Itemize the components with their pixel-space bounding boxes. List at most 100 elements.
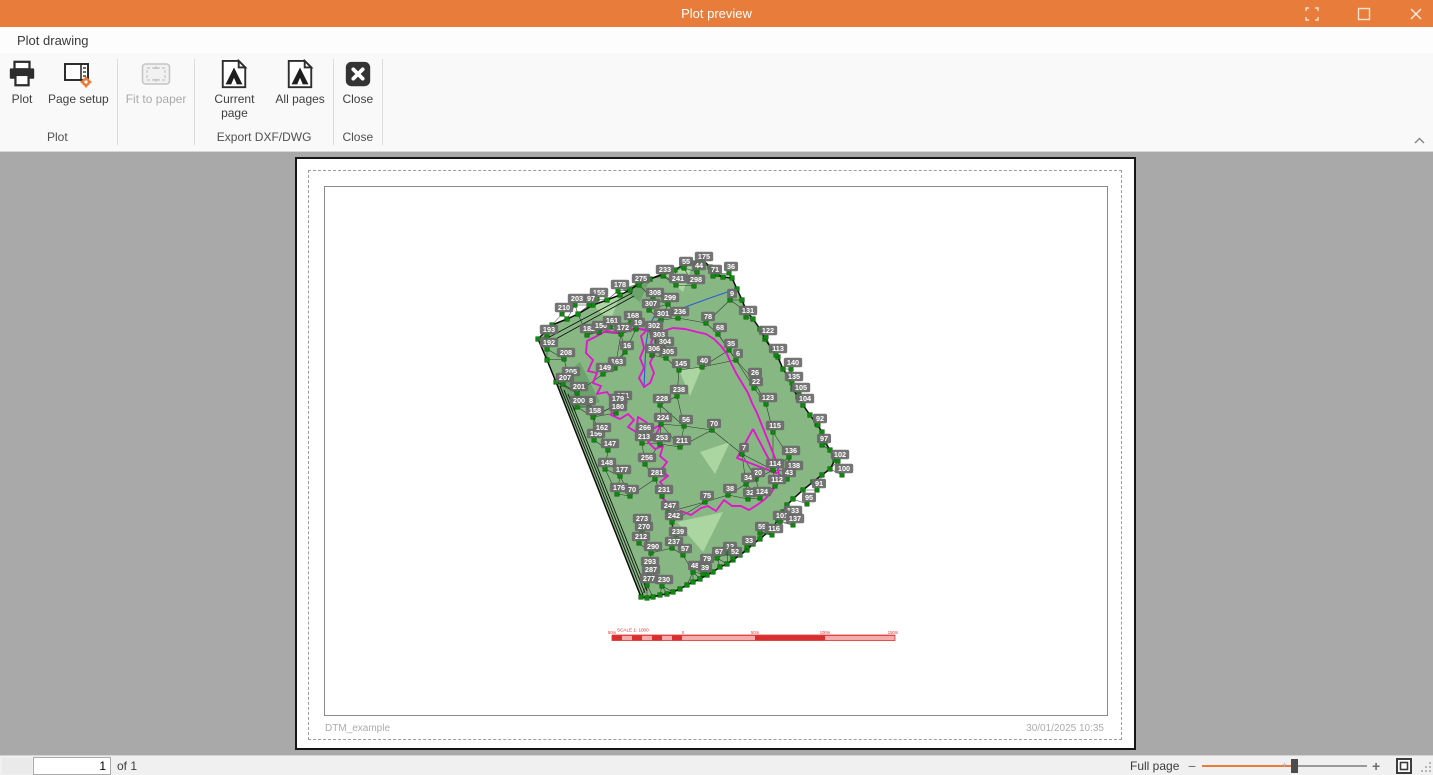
fit-to-paper-button: Fit to paper: [122, 55, 191, 107]
svg-text:211: 211: [676, 436, 688, 445]
fullscreen-icon: [1304, 6, 1320, 22]
svg-text:34: 34: [744, 473, 753, 482]
svg-text:52: 52: [731, 547, 739, 556]
resize-grip[interactable]: [1420, 760, 1432, 772]
svg-text:192: 192: [543, 338, 555, 347]
svg-text:48: 48: [691, 561, 699, 570]
group-label-export: Export DXF/DWG: [199, 128, 328, 149]
svg-text:213: 213: [638, 432, 650, 441]
svg-text:305: 305: [662, 347, 674, 356]
svg-text:301: 301: [657, 309, 669, 318]
close-box-icon: [342, 58, 374, 90]
dxf-page-icon: [218, 58, 250, 90]
svg-text:231: 231: [658, 485, 670, 494]
chevron-up-icon: [1414, 137, 1425, 144]
svg-text:50m: 50m: [608, 630, 617, 635]
zoom-slider[interactable]: +: [1202, 765, 1367, 767]
export-all-pages-label: All pages: [275, 93, 324, 107]
svg-text:230: 230: [658, 575, 670, 584]
fit-to-paper-button-label: Fit to paper: [126, 93, 187, 107]
svg-text:137: 137: [789, 514, 801, 523]
plot-button[interactable]: Plot: [2, 55, 42, 107]
svg-text:102: 102: [834, 450, 846, 459]
group-label-fit: [122, 128, 191, 149]
export-current-page-button[interactable]: Current page: [199, 55, 269, 121]
svg-text:16: 16: [623, 341, 631, 350]
svg-text:149: 149: [599, 363, 611, 372]
export-all-pages-button[interactable]: All pages: [271, 55, 328, 107]
plot-preview-window: Plot preview Plot drawi: [0, 0, 1433, 775]
plot-button-label: Plot: [12, 93, 33, 107]
svg-text:131: 131: [742, 306, 754, 315]
svg-text:178: 178: [614, 280, 626, 289]
svg-text:78: 78: [704, 312, 712, 321]
svg-text:8: 8: [589, 396, 593, 405]
fit-page-button[interactable]: [1396, 758, 1412, 774]
zoom-out-button[interactable]: −: [1188, 758, 1196, 774]
zoom-slider-thumb[interactable]: [1291, 759, 1298, 773]
svg-text:122: 122: [762, 326, 774, 335]
ribbon-separator: [117, 59, 118, 145]
svg-text:67: 67: [715, 547, 723, 556]
svg-text:57: 57: [681, 544, 689, 553]
svg-text:56: 56: [682, 415, 690, 424]
svg-text:140: 140: [787, 358, 799, 367]
collapse-ribbon-button[interactable]: [1409, 132, 1429, 148]
dxf-page-icon: [284, 58, 316, 90]
svg-text:SCALE 1: 1000: SCALE 1: 1000: [617, 628, 649, 633]
svg-text:20: 20: [754, 468, 762, 477]
svg-text:290: 290: [647, 542, 659, 551]
close-window-button[interactable]: [1405, 3, 1427, 25]
zoom-slider-tick: +: [1282, 762, 1289, 769]
svg-text:233: 233: [659, 265, 671, 274]
svg-text:256: 256: [641, 453, 653, 462]
page: 1755544713623324129827517830829930715520…: [295, 157, 1136, 750]
svg-text:145: 145: [675, 359, 687, 368]
page-setup-button[interactable]: Page setup: [44, 55, 113, 107]
svg-text:135: 135: [788, 372, 800, 381]
svg-text:180: 180: [612, 402, 624, 411]
svg-text:238: 238: [673, 385, 685, 394]
fullscreen-button[interactable]: [1301, 3, 1323, 25]
svg-text:136: 136: [785, 446, 797, 455]
window-controls: [1301, 0, 1427, 27]
svg-text:113: 113: [772, 344, 784, 353]
svg-text:79: 79: [703, 554, 711, 563]
export-current-page-label: Current page: [203, 93, 265, 121]
zoom-mode-label: Full page: [1130, 759, 1179, 773]
close-icon: [1409, 7, 1423, 21]
ribbon-group-close: Close Close: [336, 55, 380, 149]
page-footer-datetime: 30/01/2025 10:35: [1026, 723, 1104, 734]
svg-text:306: 306: [648, 344, 660, 353]
fit-page-icon: [1396, 758, 1412, 774]
svg-text:35: 35: [727, 339, 735, 348]
svg-text:116: 116: [768, 524, 780, 533]
svg-text:247: 247: [664, 501, 676, 510]
svg-text:115: 115: [769, 421, 781, 430]
svg-text:287: 287: [645, 565, 657, 574]
ribbon-group-fit: Fit to paper: [120, 55, 193, 149]
svg-text:224: 224: [657, 413, 670, 422]
group-label-plot: Plot: [2, 128, 113, 149]
svg-text:50m: 50m: [751, 630, 760, 635]
svg-text:92: 92: [816, 414, 824, 423]
maximize-button[interactable]: [1353, 3, 1375, 25]
page-count-label: of 1: [117, 759, 137, 773]
preview-area[interactable]: 1755544713623324129827517830829930715520…: [0, 152, 1433, 755]
svg-text:40: 40: [700, 356, 708, 365]
maximize-icon: [1357, 7, 1371, 21]
svg-text:281: 281: [651, 468, 663, 477]
svg-text:239: 239: [672, 527, 684, 536]
svg-text:210: 210: [558, 303, 570, 312]
svg-text:114: 114: [769, 459, 782, 468]
zoom-in-button[interactable]: +: [1372, 758, 1380, 774]
close-preview-button[interactable]: Close: [338, 55, 378, 107]
svg-text:70: 70: [628, 485, 636, 494]
svg-text:44: 44: [695, 261, 704, 270]
ribbon: Plot: [0, 53, 1433, 152]
svg-text:200: 200: [573, 396, 585, 405]
svg-text:307: 307: [645, 299, 657, 308]
page-number-input[interactable]: [33, 757, 111, 775]
svg-text:266: 266: [639, 423, 651, 432]
svg-text:212: 212: [635, 532, 647, 541]
